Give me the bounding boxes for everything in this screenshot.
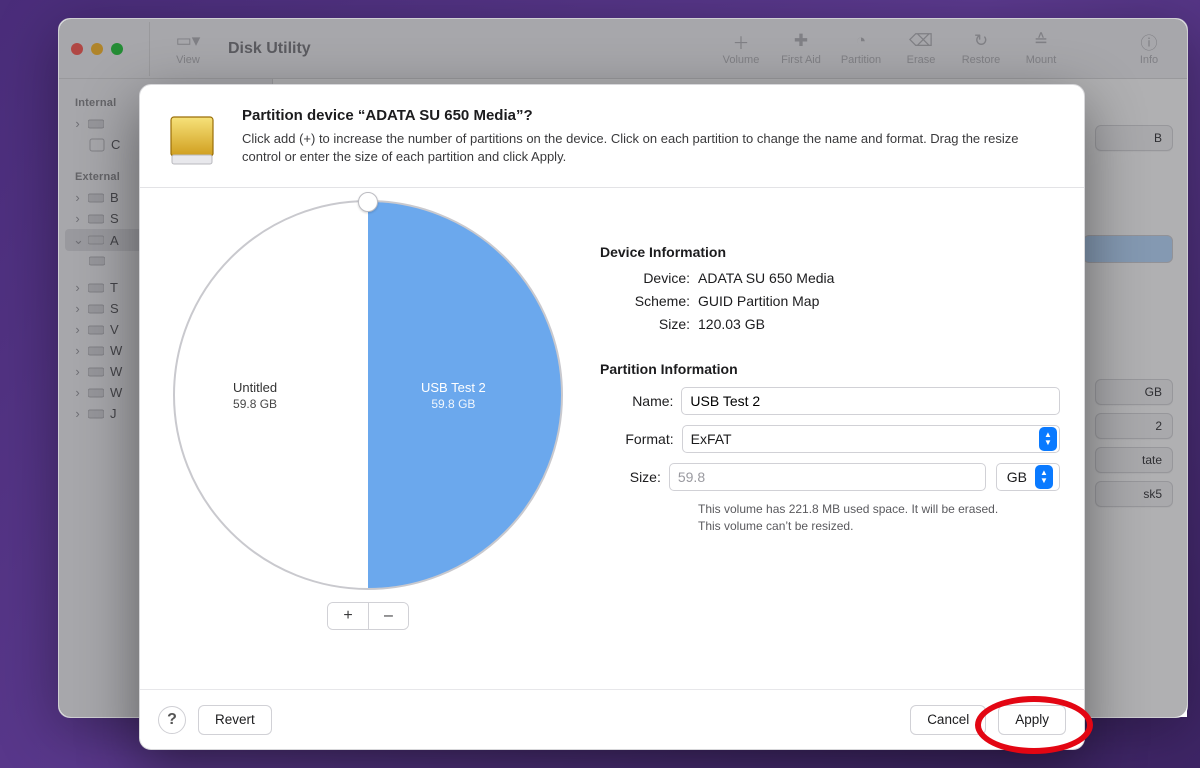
- disk-icon: [88, 117, 104, 131]
- disk-icon: [88, 191, 104, 205]
- format-select[interactable]: ExFAT ▲▼: [682, 425, 1060, 453]
- mount-tool[interactable]: ≙Mount: [1015, 31, 1067, 66]
- pie-segment-label-selected: USB Test 2 59.8 GB: [421, 380, 486, 411]
- size-note: This volume has 221.8 MB used space. It …: [698, 501, 1060, 536]
- dialog-description: Click add (+) to increase the number of …: [242, 130, 1060, 166]
- help-button[interactable]: ?: [158, 706, 186, 734]
- size-label: Size:: [600, 469, 661, 485]
- disk-icon: [88, 302, 104, 316]
- resize-handle[interactable]: [358, 192, 378, 212]
- device-value: ADATA SU 650 Media: [698, 270, 1060, 286]
- totalsize-label: Size:: [600, 316, 690, 332]
- scheme-label: Scheme:: [600, 293, 690, 309]
- device-label: Device:: [600, 270, 690, 286]
- disk-icon: [88, 233, 104, 247]
- disk-icon: [89, 254, 105, 268]
- content-chip: tate: [1095, 447, 1173, 473]
- disk-icon: [88, 386, 104, 400]
- name-label: Name:: [600, 393, 673, 409]
- size-unit-select[interactable]: GB ▲▼: [996, 463, 1060, 491]
- partition-info-heading: Partition Information: [600, 361, 1060, 377]
- pie-segment-label: Untitled 59.8 GB: [233, 380, 277, 411]
- erase-tool[interactable]: ⌫Erase: [895, 31, 947, 66]
- remove-partition-button[interactable]: –: [368, 603, 408, 629]
- disk-icon: [88, 365, 104, 379]
- size-field: [669, 463, 986, 491]
- view-tool[interactable]: ▭▾View: [162, 31, 214, 66]
- name-field[interactable]: [681, 387, 1060, 415]
- content-chip: 2: [1095, 413, 1173, 439]
- device-info-heading: Device Information: [600, 244, 1060, 260]
- restore-tool[interactable]: ↻Restore: [955, 31, 1007, 66]
- dialog-title: Partition device “ADATA SU 650 Media”?: [242, 107, 1060, 124]
- volume-icon: [89, 138, 105, 152]
- cancel-button[interactable]: Cancel: [910, 705, 986, 735]
- disk-icon: [88, 323, 104, 337]
- partition-pie[interactable]: Untitled 59.8 GB USB Test 2 59.8 GB: [173, 200, 563, 590]
- window-controls[interactable]: [71, 43, 123, 55]
- disk-icon: [88, 281, 104, 295]
- content-chip: B: [1095, 125, 1173, 151]
- disk-icon: [88, 212, 104, 226]
- content-chip: GB: [1095, 379, 1173, 405]
- external-drive-icon: [160, 107, 224, 171]
- add-partition-button[interactable]: +: [328, 603, 368, 629]
- apply-button[interactable]: Apply: [998, 705, 1066, 735]
- partition-dialog: Partition device “ADATA SU 650 Media”? C…: [139, 84, 1085, 750]
- volume-tool[interactable]: ＋Volume: [715, 31, 767, 66]
- add-remove-control: + –: [327, 602, 409, 630]
- scheme-value: GUID Partition Map: [698, 293, 1060, 309]
- disk-icon: [88, 344, 104, 358]
- partition-tool[interactable]: ◔Partition: [835, 31, 887, 66]
- format-label: Format:: [600, 431, 674, 447]
- revert-button[interactable]: Revert: [198, 705, 272, 735]
- chevron-updown-icon: ▲▼: [1035, 465, 1053, 489]
- zoom-icon[interactable]: [111, 43, 123, 55]
- content-chip: sk5: [1095, 481, 1173, 507]
- close-icon[interactable]: [71, 43, 83, 55]
- disk-icon: [88, 407, 104, 421]
- firstaid-tool[interactable]: ✚First Aid: [775, 31, 827, 66]
- totalsize-value: 120.03 GB: [698, 316, 1060, 332]
- minimize-icon[interactable]: [91, 43, 103, 55]
- window-title: Disk Utility: [228, 40, 311, 58]
- info-tool[interactable]: ⓘInfo: [1123, 31, 1175, 66]
- dialog-footer: ? Revert Cancel Apply: [140, 689, 1084, 749]
- toolbar: ▭▾View Disk Utility ＋Volume ✚First Aid ◔…: [59, 19, 1187, 79]
- chevron-updown-icon: ▲▼: [1039, 427, 1057, 451]
